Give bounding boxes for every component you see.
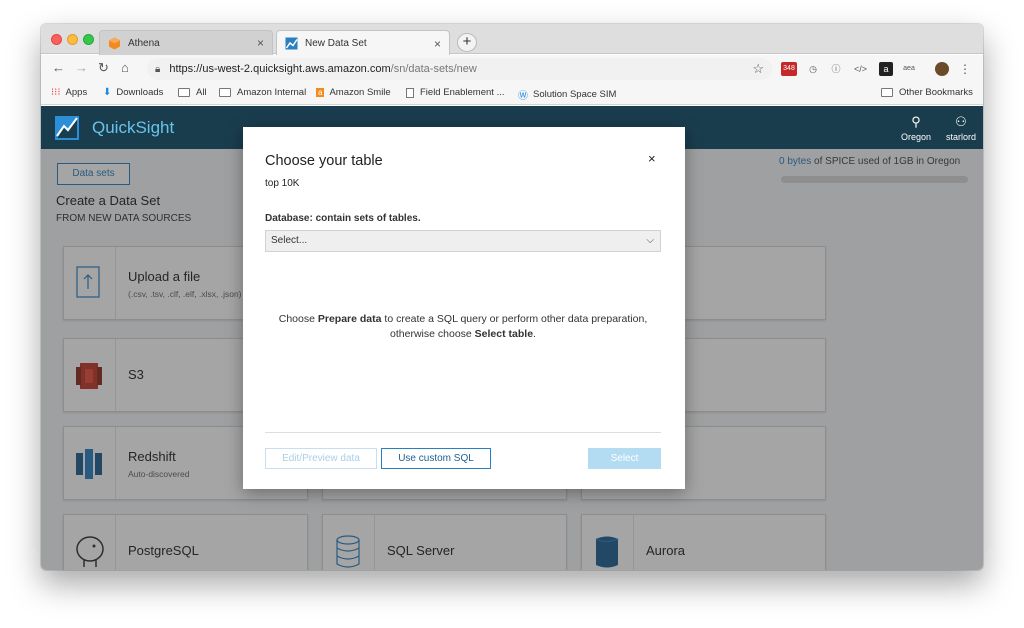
app-title: QuickSight	[92, 118, 175, 137]
tab-athena[interactable]: Athena ×	[99, 30, 273, 55]
url-path: /sn/data-sets/new	[390, 63, 477, 75]
window-minimize-button[interactable]	[67, 34, 78, 45]
dialog-title: Choose your table	[265, 153, 383, 169]
extension-badge-icon[interactable]: 348	[781, 62, 797, 76]
athena-orange-cube-icon	[109, 37, 120, 49]
extension-clock-icon[interactable]: ◷	[808, 62, 818, 76]
bookmark-field-enablement[interactable]: Field Enablement ...	[406, 87, 505, 98]
extension-code-icon[interactable]: </>	[854, 62, 867, 76]
tab-strip: Athena × New Data Set × +	[41, 24, 983, 56]
help-text-part: to create a SQL query or perform other d…	[381, 313, 648, 325]
tab-label: Athena	[128, 37, 160, 49]
extension-amazon-icon[interactable]: a	[879, 62, 893, 76]
folder-icon	[881, 88, 893, 97]
profile-avatar[interactable]	[935, 62, 949, 76]
back-arrow-icon[interactable]: ←	[52, 61, 65, 75]
quicksight-logo-icon	[55, 116, 79, 140]
database-select[interactable]: Select... ⌵	[265, 230, 661, 252]
database-label: Database: contain sets of tables.	[265, 213, 421, 224]
region-label: Oregon	[900, 132, 932, 142]
bookmark-apps[interactable]: ⁝⁝⁝ Apps	[51, 87, 87, 98]
bookmark-downloads[interactable]: ⬇ Downloads	[103, 87, 163, 98]
help-text-bold: Prepare data	[317, 313, 382, 325]
bookmark-label: Amazon Internal	[237, 87, 307, 98]
bookmark-label: Field Enablement ...	[420, 87, 505, 98]
apps-grid-icon: ⁝⁝⁝	[51, 87, 61, 98]
folder-icon	[178, 88, 190, 97]
browser-toolbar: ← → ↻ ⌂ 🔒︎ https://us-west-2.quicksight.…	[41, 55, 983, 82]
lock-icon: 🔒︎	[155, 63, 161, 75]
quicksight-icon	[285, 37, 298, 50]
database-select-value: Select...	[271, 235, 308, 246]
location-pin-icon: ⚲	[911, 114, 921, 129]
dialog-divider	[265, 432, 661, 433]
bookmarks-bar: ⁝⁝⁝ Apps ⬇ Downloads All Amazon Internal…	[41, 82, 983, 105]
bookmark-label: Other Bookmarks	[899, 87, 973, 98]
extension-info-icon[interactable]: ⓘ	[830, 62, 842, 76]
bookmark-label: Amazon Smile	[329, 87, 391, 98]
window-close-button[interactable]	[51, 34, 62, 45]
region-selector[interactable]: ⚲ Oregon	[899, 114, 933, 142]
help-text-part: Choose	[278, 313, 318, 325]
new-tab-button[interactable]: +	[457, 33, 477, 52]
browser-menu-icon[interactable]: ⋮	[959, 62, 971, 76]
reload-icon[interactable]: ↻	[98, 61, 109, 75]
user-icon: ⚇	[955, 114, 967, 129]
folder-icon	[219, 88, 231, 97]
edit-preview-data-button[interactable]: Edit/Preview data	[265, 448, 377, 469]
choose-table-dialog: Choose your table × top 10K Database: co…	[243, 127, 685, 489]
address-bar[interactable]: 🔒︎ https://us-west-2.quicksight.aws.amaz…	[147, 58, 772, 80]
help-text-part: otherwise choose	[390, 328, 475, 340]
url-host: https://us-west-2.quicksight.aws.amazon.…	[169, 63, 391, 75]
bookmark-amazon-internal[interactable]: Amazon Internal	[219, 87, 306, 98]
page-icon	[406, 87, 414, 98]
bookmark-all[interactable]: All	[178, 87, 207, 98]
tab-close-icon[interactable]: ×	[434, 37, 441, 51]
help-text: Choose Prepare data to create a SQL quer…	[265, 312, 661, 342]
use-custom-sql-button[interactable]: Use custom SQL	[381, 448, 491, 469]
tab-label: New Data Set	[305, 38, 367, 49]
bookmark-star-icon[interactable]: ☆	[752, 61, 764, 77]
home-icon[interactable]: ⌂	[121, 61, 129, 75]
amazon-smile-icon: a	[316, 88, 325, 97]
forward-arrow-icon[interactable]: →	[75, 61, 88, 75]
close-icon[interactable]: ×	[648, 151, 656, 166]
w-circle-icon: Ⓦ	[518, 91, 528, 102]
extension-aea-icon[interactable]: aea	[901, 62, 917, 76]
bookmark-solution-space[interactable]: Ⓦ Solution Space SIM	[518, 87, 616, 102]
user-menu[interactable]: ⚇ starlord	[943, 114, 979, 142]
tab-new-data-set[interactable]: New Data Set ×	[276, 30, 450, 56]
chevron-down-icon: ⌵	[646, 235, 654, 246]
download-icon: ⬇	[103, 87, 112, 98]
dialog-subtitle: top 10K	[265, 178, 300, 189]
bookmark-amazon-smile[interactable]: a Amazon Smile	[316, 87, 391, 98]
bookmark-label: All	[196, 87, 207, 98]
bookmark-label: Apps	[65, 87, 88, 98]
help-text-bold: Select table	[474, 328, 534, 340]
help-text-part: .	[533, 328, 536, 340]
window-maximize-button[interactable]	[83, 34, 94, 45]
bookmark-label: Solution Space SIM	[533, 89, 617, 100]
bookmark-label: Downloads	[116, 87, 164, 98]
user-label: starlord	[945, 132, 976, 142]
bookmark-other[interactable]: Other Bookmarks	[881, 87, 973, 98]
select-button[interactable]: Select	[588, 448, 661, 469]
tab-close-icon[interactable]: ×	[257, 36, 264, 50]
